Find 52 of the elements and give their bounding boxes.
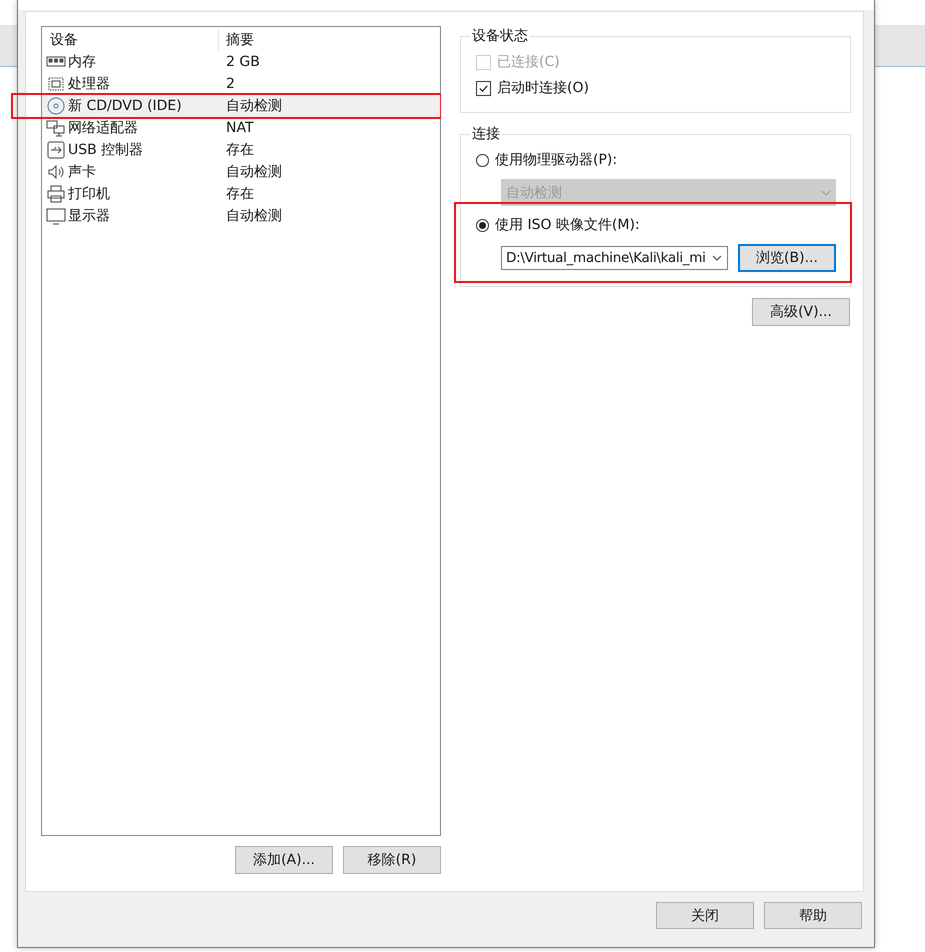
check-icon [478,82,489,94]
device-summary: 自动检测 [225,163,282,181]
device-row[interactable]: 打印机 存在 [42,183,440,205]
group-title: 连接 [471,125,501,143]
browse-button[interactable]: 浏览(B)... [738,244,836,272]
dialog-button[interactable]: 关闭 [656,902,754,929]
group-title: 设备状态 [471,27,529,45]
device-summary: 2 GB [225,54,260,70]
device-row[interactable]: 显示器 自动检测 [42,205,440,227]
device-name: 网络适配器 [68,119,138,137]
device-name: 打印机 [68,185,110,203]
device-name: USB 控制器 [68,141,144,159]
network-icon [46,119,66,137]
device-summary: NAT [225,120,254,136]
device-name: 新 CD/DVD (IDE) [68,97,182,115]
device-row[interactable]: 处理器 2 [42,73,440,95]
column-header[interactable]: 摘要 [219,31,254,49]
device-name: 内存 [68,53,96,71]
checkbox[interactable] [476,80,491,96]
caret-icon [712,255,722,261]
device-row[interactable]: USB 控制器 存在 [42,139,440,161]
checkbox-label: 启动时连接(O) [497,79,589,97]
device-summary: 存在 [225,185,254,203]
device-row[interactable]: 内存 2 GB [42,51,440,73]
checkbox-label: 已连接(C) [497,53,560,71]
cpu-icon [46,75,66,93]
device-summary: 2 [225,76,235,92]
radio-button[interactable] [476,218,489,232]
radio-button[interactable] [476,154,489,166]
advanced-button[interactable]: 高级(V)... [752,298,850,326]
monitor-icon [46,207,66,225]
printer-icon [46,185,66,203]
device-summary: 自动检测 [225,207,282,225]
list-button[interactable]: 添加(A)... [235,846,333,874]
usb-icon [46,141,66,159]
column-header[interactable]: 设备 [42,29,219,51]
sound-icon [46,163,66,181]
device-summary: 自动检测 [225,97,282,115]
radio-label: 使用 ISO 映像文件(M): [495,216,640,234]
device-name: 声卡 [68,163,96,181]
caret-icon [821,190,831,196]
dialog-button[interactable]: 帮助 [764,902,862,929]
radio-label: 使用物理驱动器(P): [495,151,618,169]
device-name: 显示器 [68,207,110,225]
list-button[interactable]: 移除(R) [343,846,441,874]
device-row[interactable]: 网络适配器 NAT [42,117,440,139]
disc-icon [46,97,66,115]
device-name: 处理器 [68,75,110,93]
device-row[interactable]: 声卡 自动检测 [42,161,440,183]
iso-path-combo[interactable]: D:\Virtual_machine\Kali\kali_mi [501,246,728,270]
device-row[interactable]: 新 CD/DVD (IDE) 自动检测 [42,95,440,117]
device-summary: 存在 [225,141,254,159]
